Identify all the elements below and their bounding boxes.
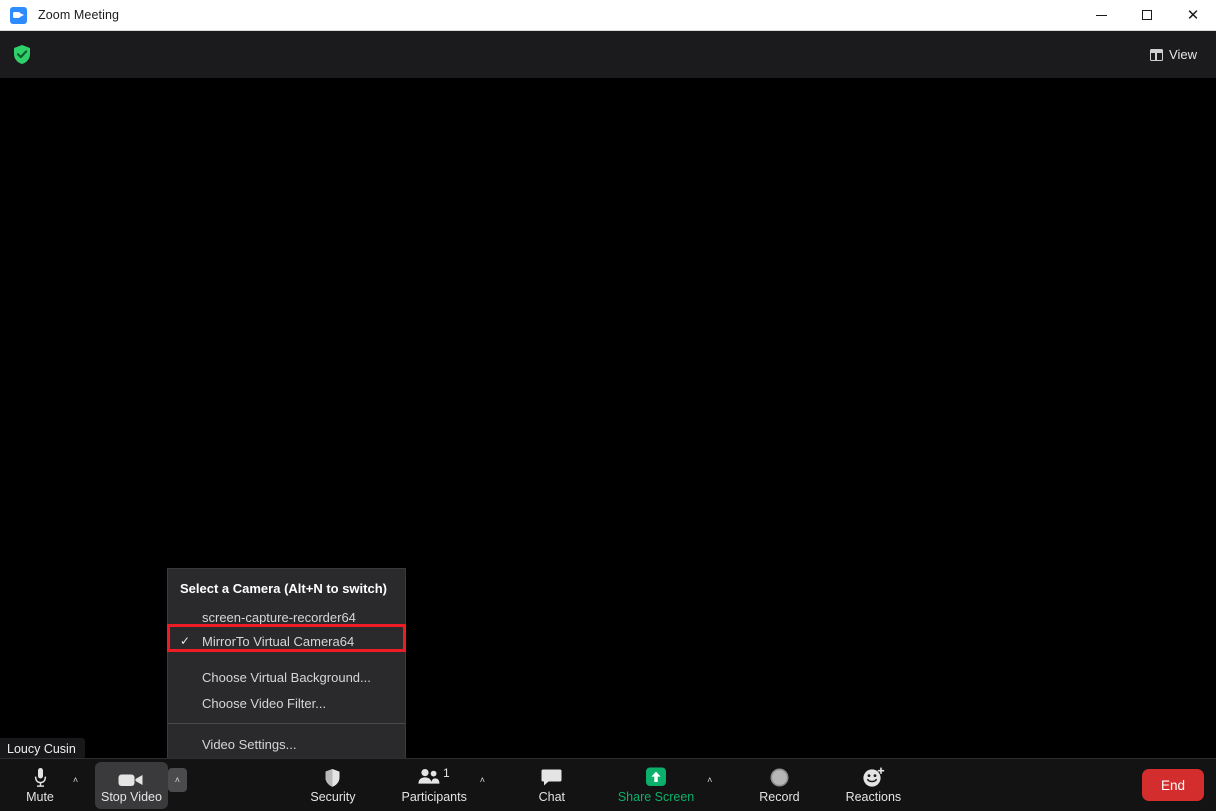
microphone-icon	[33, 766, 48, 788]
video-camera-icon	[118, 766, 144, 788]
menu-item-label: Choose Virtual Background...	[202, 669, 371, 685]
share-screen-label: Share Screen	[617, 790, 695, 805]
participant-name: Loucy Cusin	[7, 741, 76, 756]
share-options-caret[interactable]: ˄	[700, 768, 719, 792]
meeting-header-bar: View	[0, 31, 1216, 78]
chat-button[interactable]: Chat	[526, 762, 578, 809]
participants-button[interactable]: 1 Participants	[396, 762, 473, 809]
stop-video-label: Stop Video	[101, 790, 162, 805]
menu-spacer	[168, 724, 405, 731]
mute-group: Mute ˄	[14, 762, 85, 809]
close-button[interactable]: ✕	[1170, 0, 1216, 31]
toolbar-left-group: Mute ˄ Stop Video ˄	[14, 761, 187, 809]
speech-bubble-icon	[541, 766, 562, 788]
maximize-button[interactable]	[1124, 0, 1170, 31]
video-group: Stop Video ˄	[95, 761, 187, 809]
minimize-button[interactable]	[1078, 0, 1124, 31]
participants-options-caret[interactable]: ˄	[473, 768, 492, 792]
check-icon: ✓	[180, 634, 191, 648]
window-title-bar: Zoom Meeting ✕	[0, 0, 1216, 31]
toolbar-center-group: Security 1 Participants ˄ Chat Share Scr…	[304, 762, 907, 809]
reactions-button[interactable]: Reactions	[840, 762, 908, 809]
menu-item-label: Video Settings...	[202, 736, 297, 752]
window-title: Zoom Meeting	[38, 8, 120, 22]
view-button-label: View	[1169, 47, 1197, 62]
close-icon: ✕	[1186, 6, 1200, 24]
participants-label: Participants	[401, 790, 467, 805]
window-controls: ✕	[1078, 0, 1216, 31]
record-label: Record	[759, 790, 800, 805]
video-options-caret[interactable]: ˄	[167, 767, 187, 792]
stop-video-button[interactable]: Stop Video	[95, 761, 168, 809]
svg-text:1: 1	[443, 767, 450, 780]
view-button[interactable]: View	[1143, 43, 1204, 66]
audio-options-caret[interactable]: ˄	[66, 768, 85, 792]
menu-item-choose-video-filter[interactable]: Choose Video Filter...	[168, 690, 405, 716]
share-screen-button[interactable]: Share Screen	[612, 762, 700, 809]
zoom-camera-icon	[10, 6, 27, 24]
end-meeting-button[interactable]: End	[1142, 769, 1204, 801]
grid-view-icon	[1150, 48, 1164, 61]
end-button-label: End	[1160, 777, 1186, 793]
menu-item-choose-virtual-background[interactable]: Choose Virtual Background...	[168, 664, 405, 690]
security-button[interactable]: Security	[304, 762, 361, 809]
record-button[interactable]: Record	[753, 762, 805, 809]
camera-option-label: MirrorTo Virtual Camera64	[202, 633, 355, 649]
share-screen-group: Share Screen ˄	[612, 762, 719, 809]
shield-icon	[324, 766, 341, 788]
meeting-toolbar: Mute ˄ Stop Video ˄ Security 1 Participa…	[0, 758, 1216, 811]
chat-label: Chat	[538, 790, 566, 805]
camera-select-menu[interactable]: Select a Camera (Alt+N to switch) screen…	[167, 568, 406, 765]
security-label: Security	[310, 790, 356, 805]
menu-item-video-settings[interactable]: Video Settings...	[168, 731, 405, 757]
maximize-icon	[1142, 10, 1152, 20]
reactions-label: Reactions	[845, 790, 902, 805]
camera-menu-title: Select a Camera (Alt+N to switch)	[180, 581, 387, 596]
minimize-icon	[1095, 14, 1107, 16]
camera-option-screen-capture-recorder64[interactable]: screen-capture-recorder64	[168, 605, 405, 629]
camera-option-label: screen-capture-recorder64	[202, 609, 356, 625]
camera-option-mirrorto-virtual-camera64[interactable]: ✓ MirrorTo Virtual Camera64	[168, 629, 405, 653]
mute-button[interactable]: Mute	[14, 762, 66, 809]
people-icon: 1	[417, 766, 451, 788]
mute-label: Mute	[26, 790, 54, 805]
share-up-arrow-icon	[645, 766, 667, 788]
record-circle-icon	[769, 766, 790, 788]
participants-group: 1 Participants ˄	[396, 762, 492, 809]
green-shield-check-icon[interactable]	[12, 44, 32, 65]
menu-spacer	[168, 653, 405, 664]
smiley-plus-icon	[862, 766, 885, 788]
menu-item-label: Choose Video Filter...	[202, 695, 327, 711]
self-view-name-tag: Loucy Cusin	[0, 738, 85, 759]
